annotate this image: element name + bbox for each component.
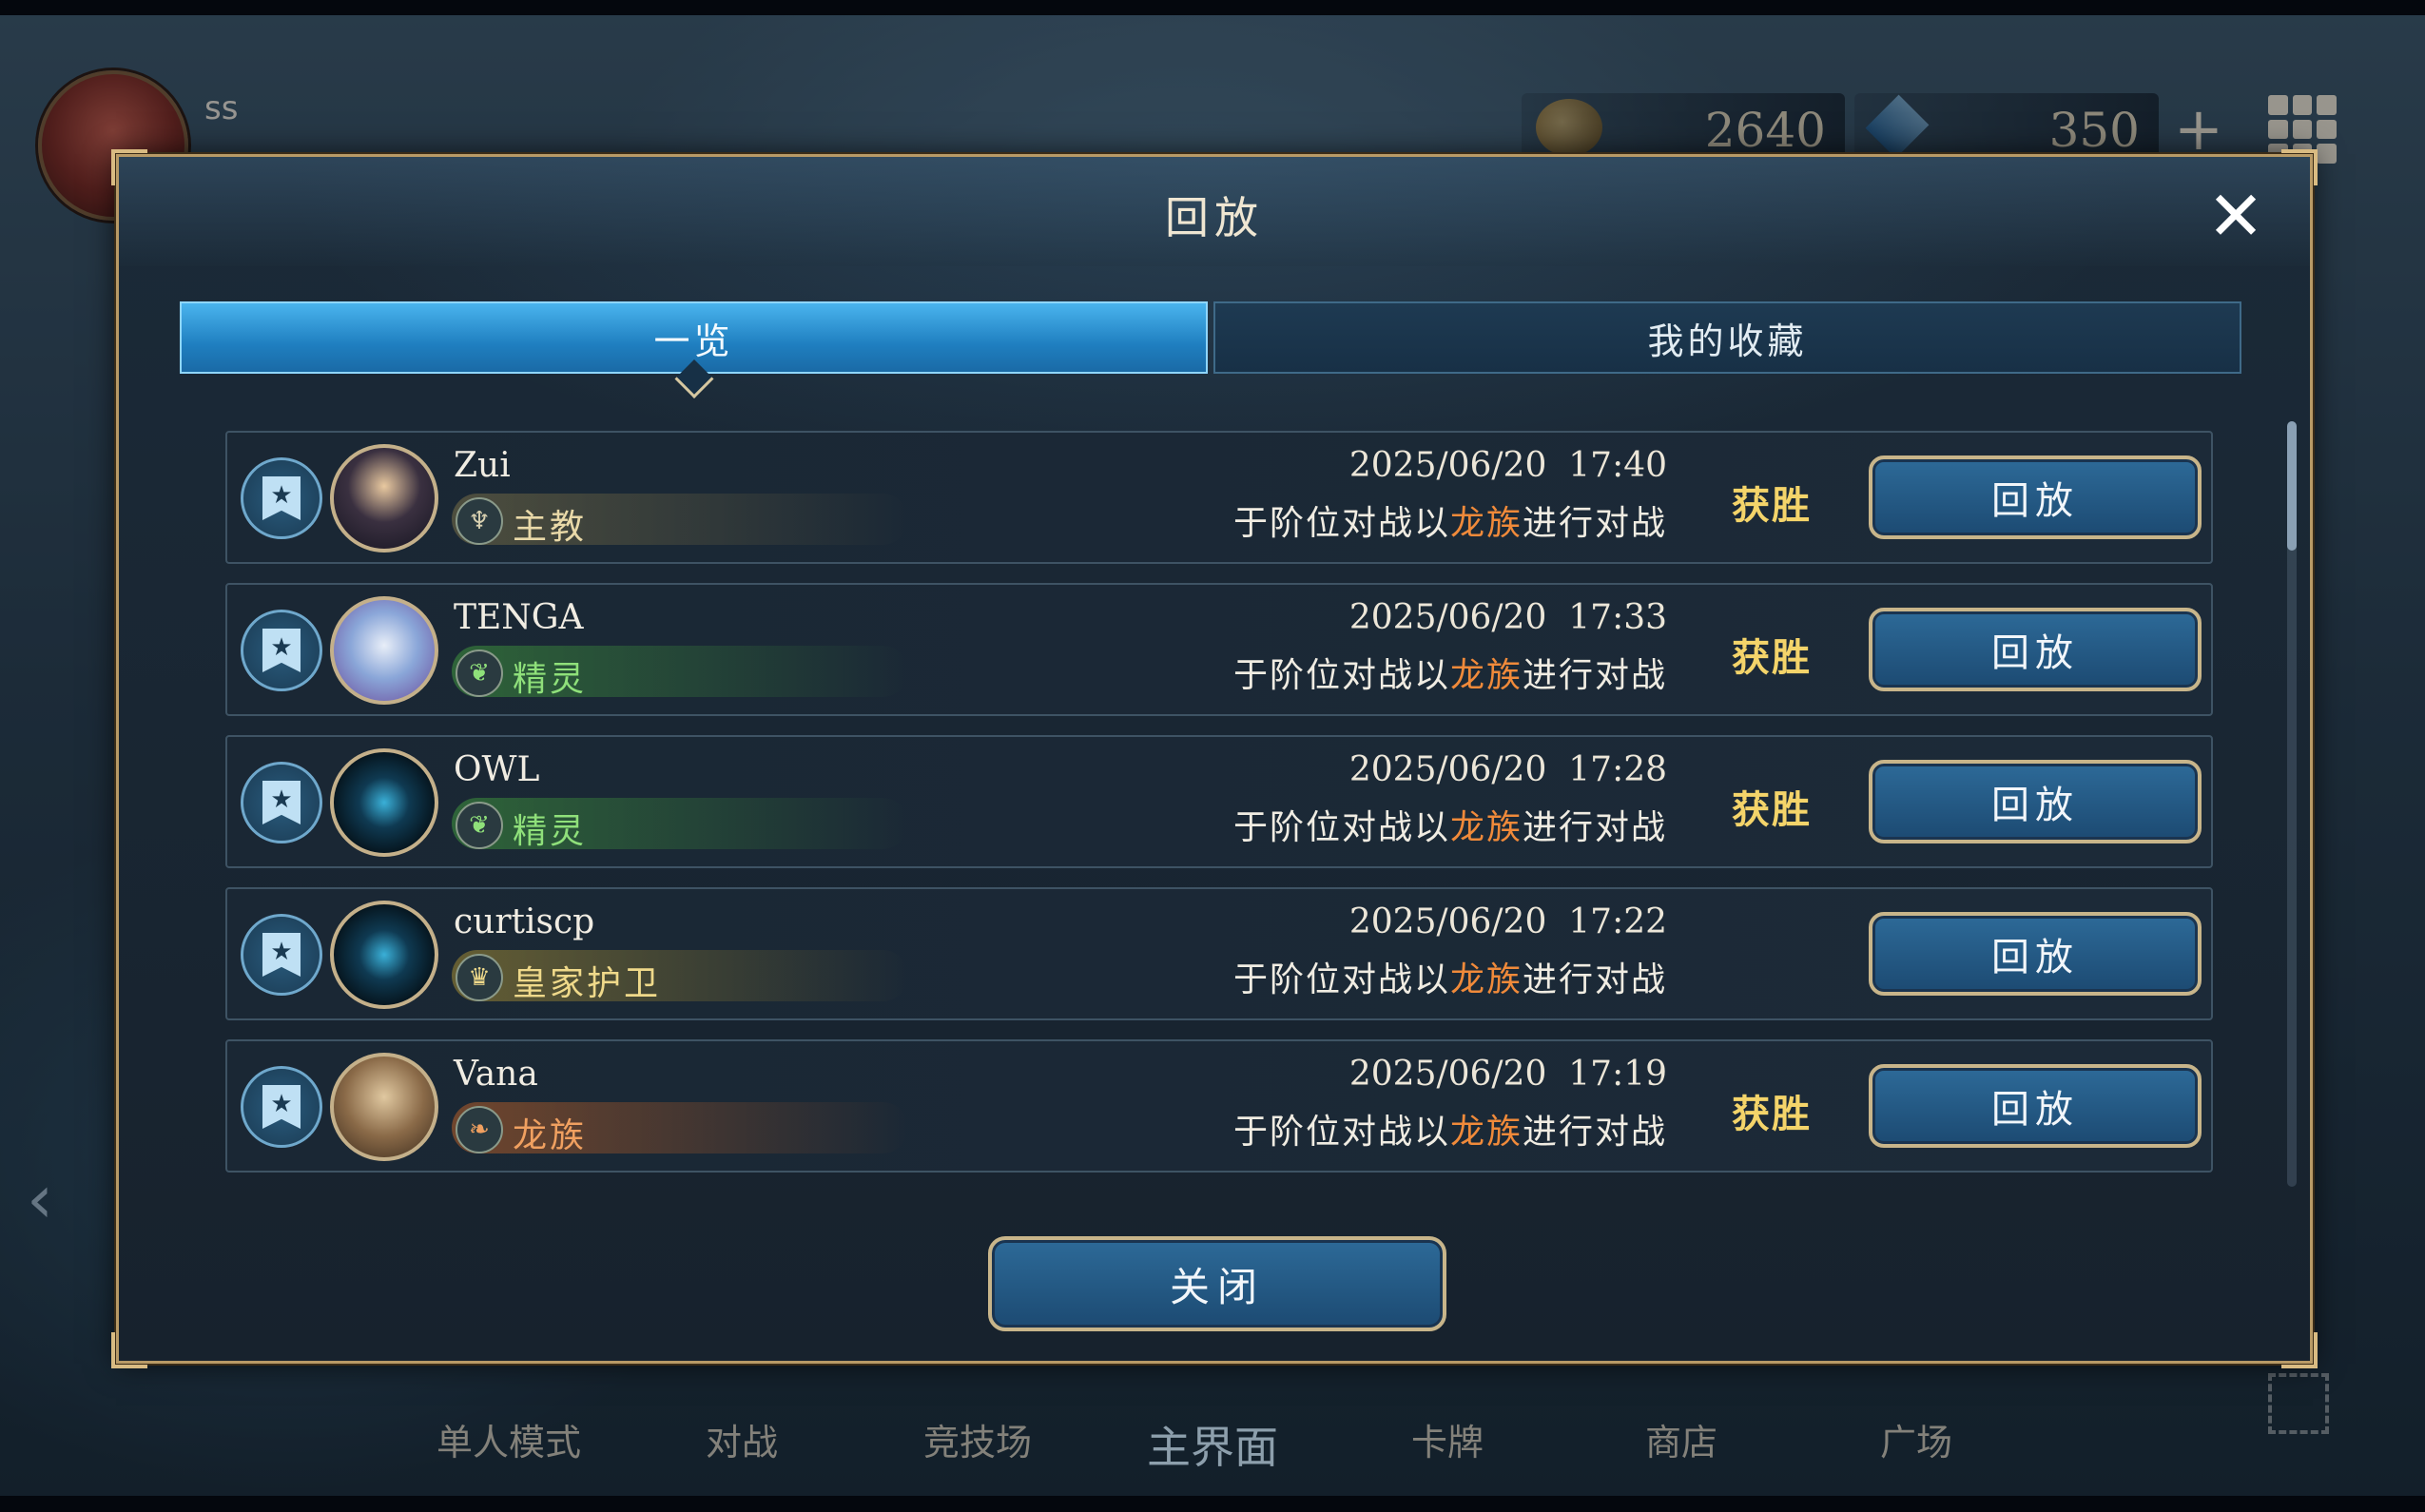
bookmark-star-icon: ★ xyxy=(262,933,301,977)
opponent-avatar xyxy=(330,901,438,1009)
bishop-icon: ♆ xyxy=(456,497,503,545)
tab-pointer-icon xyxy=(673,359,714,399)
match-description: 于阶位对战以龙族进行对战 xyxy=(1232,808,1667,847)
replay-button[interactable]: 回放 xyxy=(1869,912,2202,996)
match-result: 获胜 xyxy=(1732,1092,1812,1136)
class-label: 主教 xyxy=(513,508,588,547)
replay-button[interactable]: 回放 xyxy=(1869,456,2202,539)
favorite-bookmark-button[interactable]: ★ xyxy=(241,457,322,539)
replay-row: ★ OWL ❦ 精灵 2025/06/20 17:28 于阶位对战以龙族进行对战… xyxy=(225,735,2213,868)
replay-list: ★ Zui ♆ 主教 2025/06/20 17:40 于阶位对战以龙族进行对战… xyxy=(225,431,2213,1192)
opponent-name: OWL xyxy=(454,750,540,789)
class-badge: ❦ 精灵 xyxy=(452,646,908,699)
frame-corner xyxy=(2281,1332,2318,1368)
favorite-bookmark-button[interactable]: ★ xyxy=(241,914,322,996)
scroll-thumb[interactable] xyxy=(2287,421,2297,551)
opponent-name: Vana xyxy=(454,1055,538,1094)
match-datetime: 2025/06/20 17:22 xyxy=(1348,902,1667,941)
frame-corner xyxy=(111,1332,147,1368)
tab-label: 一览 xyxy=(653,320,734,362)
replay-button[interactable]: 回放 xyxy=(1869,760,2202,843)
class-badge: ❦ 精灵 xyxy=(452,798,908,851)
opponent-avatar xyxy=(330,1053,438,1161)
close-icon[interactable]: ✕ xyxy=(2202,182,2270,250)
tab-my-favorites[interactable]: 我的收藏 xyxy=(1213,301,2241,374)
opponent-name: curtiscp xyxy=(454,902,595,941)
opponent-name: TENGA xyxy=(454,598,584,637)
bookmark-star-icon: ★ xyxy=(262,629,301,672)
match-datetime: 2025/06/20 17:19 xyxy=(1348,1055,1667,1094)
replay-button[interactable]: 回放 xyxy=(1869,1064,2202,1148)
class-label: 精灵 xyxy=(513,660,588,699)
replay-tabs: 一览 我的收藏 xyxy=(180,301,2241,399)
favorite-bookmark-button[interactable]: ★ xyxy=(241,610,322,691)
match-description: 于阶位对战以龙族进行对战 xyxy=(1232,960,1667,999)
modal-title: 回放 xyxy=(1165,192,1264,243)
crown-icon: ♛ xyxy=(456,954,503,1001)
bookmark-star-icon: ★ xyxy=(262,1085,301,1129)
match-description: 于阶位对战以龙族进行对战 xyxy=(1232,656,1667,695)
class-label: 龙族 xyxy=(513,1116,588,1155)
leaf-icon: ❦ xyxy=(456,649,503,697)
favorite-bookmark-button[interactable]: ★ xyxy=(241,1066,322,1148)
close-button[interactable]: 关闭 xyxy=(988,1236,1446,1331)
match-result: 获胜 xyxy=(1732,483,1812,528)
leaf-icon: ❦ xyxy=(456,802,503,849)
replay-row: ★ Vana ❧ 龙族 2025/06/20 17:19 于阶位对战以龙族进行对… xyxy=(225,1039,2213,1173)
opponent-avatar xyxy=(330,596,438,705)
match-result: 获胜 xyxy=(1732,635,1812,680)
bookmark-star-icon: ★ xyxy=(262,476,301,520)
match-datetime: 2025/06/20 17:40 xyxy=(1348,446,1667,485)
class-badge: ♆ 主教 xyxy=(452,494,908,547)
class-label: 皇家护卫 xyxy=(513,964,662,1003)
modal-header: 回放 ✕ xyxy=(119,157,2310,266)
match-datetime: 2025/06/20 17:33 xyxy=(1348,598,1667,637)
match-result: 获胜 xyxy=(1732,787,1812,832)
bookmark-star-icon: ★ xyxy=(262,781,301,824)
tab-overview[interactable]: 一览 xyxy=(180,301,1208,399)
class-label: 精灵 xyxy=(513,812,588,851)
replay-button[interactable]: 回放 xyxy=(1869,608,2202,691)
replay-row: ★ TENGA ❦ 精灵 2025/06/20 17:33 于阶位对战以龙族进行… xyxy=(225,583,2213,716)
opponent-avatar xyxy=(330,748,438,857)
replay-modal: 回放 ✕ 一览 我的收藏 ★ Zui ♆ 主教 2025/06/20 17:40… xyxy=(111,149,2318,1368)
replay-row: ★ curtiscp ♛ 皇家护卫 2025/06/20 17:22 于阶位对战… xyxy=(225,887,2213,1020)
match-datetime: 2025/06/20 17:28 xyxy=(1348,750,1667,789)
match-description: 于阶位对战以龙族进行对战 xyxy=(1232,1113,1667,1152)
opponent-avatar xyxy=(330,444,438,552)
class-badge: ❧ 龙族 xyxy=(452,1102,908,1155)
dragon-icon: ❧ xyxy=(456,1106,503,1153)
replay-row: ★ Zui ♆ 主教 2025/06/20 17:40 于阶位对战以龙族进行对战… xyxy=(225,431,2213,564)
tab-label: 我的收藏 xyxy=(1647,320,1808,362)
favorite-bookmark-button[interactable]: ★ xyxy=(241,762,322,843)
class-badge: ♛ 皇家护卫 xyxy=(452,950,908,1003)
list-scrollbar[interactable] xyxy=(2287,421,2297,1187)
opponent-name: Zui xyxy=(454,446,511,485)
match-description: 于阶位对战以龙族进行对战 xyxy=(1232,504,1667,543)
